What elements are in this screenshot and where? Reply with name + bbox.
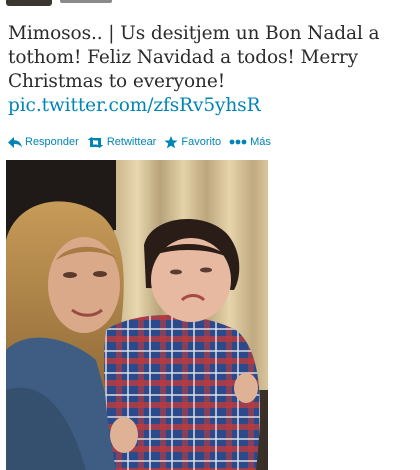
retweet-label: Retwittear (106, 136, 157, 148)
tweet-photo-link[interactable]: pic.twitter.com/zfsRv5yhsR (8, 94, 412, 118)
avatar[interactable] (6, 0, 52, 6)
tweet-body: Mimosos.. | Us desitjem un Bon Nadal a t… (8, 23, 380, 92)
tweet-actions: Responder Retwittear Favorito Más (8, 134, 279, 150)
retweet-button[interactable]: Retwittear (87, 136, 157, 148)
tweet-text: Mimosos.. | Us desitjem un Bon Nadal a t… (8, 22, 412, 118)
author-handle[interactable] (60, 0, 112, 3)
reply-label: Responder (25, 136, 79, 148)
tweet-photo-image (6, 160, 268, 470)
retweet-icon (87, 136, 104, 148)
reply-button[interactable]: Responder (8, 136, 79, 148)
more-button[interactable]: Más (229, 136, 271, 148)
star-icon (164, 135, 178, 148)
tweet-photo[interactable] (6, 160, 268, 470)
more-icon (229, 139, 247, 145)
reply-icon (8, 136, 22, 148)
more-label: Más (250, 136, 271, 148)
favorite-label: Favorito (181, 136, 222, 148)
favorite-button[interactable]: Favorito (164, 135, 222, 149)
